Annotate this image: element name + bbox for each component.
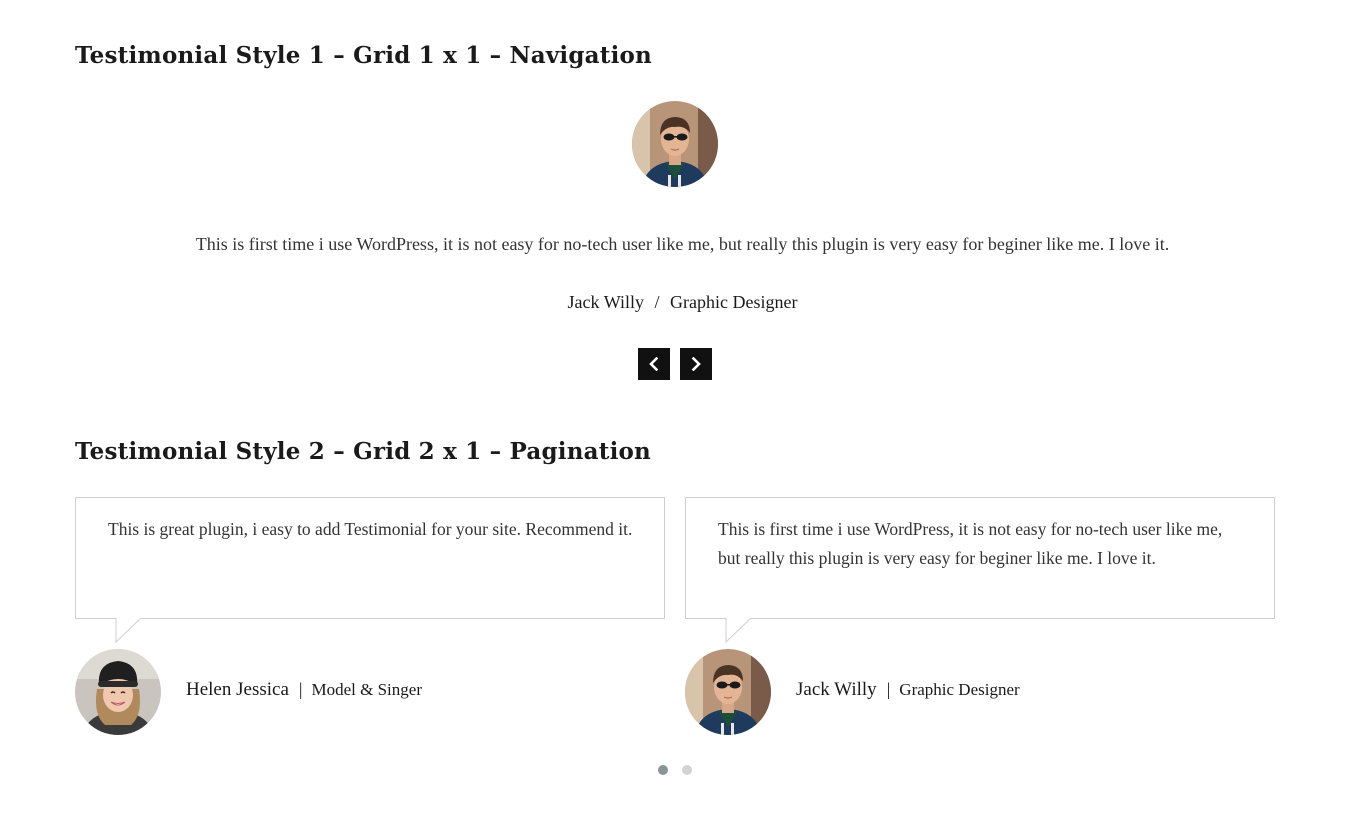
section-title-style-2: Testimonial Style 2 – Grid 2 x 1 – Pagin… <box>75 438 651 465</box>
testimonial-author: Jack Willy | Graphic Designer <box>796 679 1020 701</box>
pagination-dot-2[interactable] <box>682 765 692 775</box>
testimonial-card: This is great plugin, i easy to add Test… <box>75 497 665 619</box>
previous-button[interactable] <box>638 348 670 380</box>
author-separator: | <box>298 679 303 699</box>
speech-pointer <box>725 617 752 643</box>
testimonial-card: This is first time i use WordPress, it i… <box>685 497 1275 619</box>
next-button[interactable] <box>680 348 712 380</box>
author-role: Model & Singer <box>311 680 423 699</box>
chevron-right-icon <box>691 357 701 371</box>
avatar-helen-jessica <box>75 649 161 735</box>
author-role: Graphic Designer <box>670 292 798 312</box>
author-role: Graphic Designer <box>899 680 1020 699</box>
testimonial-quote: This is first time i use WordPress, it i… <box>195 234 1170 254</box>
author-separator: / <box>654 292 660 312</box>
author-separator: | <box>886 679 891 699</box>
avatar-jack-willy <box>685 649 771 735</box>
speech-pointer <box>115 617 142 643</box>
pagination-dot-1[interactable] <box>658 765 668 775</box>
testimonial-author: Helen Jessica | Model & Singer <box>186 679 422 701</box>
testimonial-quote: This is great plugin, i easy to add Test… <box>108 519 633 539</box>
avatar-jack-willy <box>632 101 718 187</box>
chevron-left-icon <box>649 357 659 371</box>
author-name: Jack Willy <box>796 679 877 700</box>
author-name: Jack Willy <box>567 292 644 312</box>
testimonial-author: Jack Willy / Graphic Designer <box>0 292 1365 313</box>
section-title-style-1: Testimonial Style 1 – Grid 1 x 1 – Navig… <box>75 42 652 69</box>
author-name: Helen Jessica <box>186 679 289 700</box>
testimonial-quote: This is first time i use WordPress, it i… <box>718 519 1223 568</box>
